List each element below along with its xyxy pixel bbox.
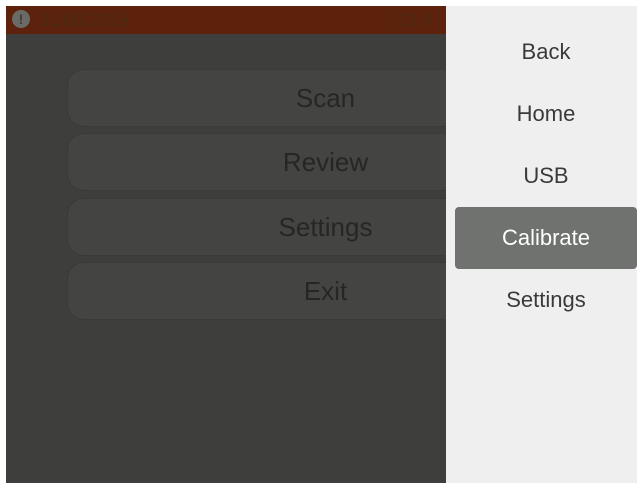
side-menu-calibrate[interactable]: Calibrate xyxy=(455,207,637,269)
scan-button[interactable]: Scan xyxy=(68,70,446,126)
side-menu-back[interactable]: Back xyxy=(455,21,637,83)
scan-button-label: Scan xyxy=(295,83,356,113)
device-frame: ! 11/06/2019 23:4 Scan Review Settings E… xyxy=(6,6,637,483)
alert-icon: ! xyxy=(12,10,30,28)
main-screen-dimmed: ! 11/06/2019 23:4 Scan Review Settings E… xyxy=(6,6,446,483)
side-menu-settings[interactable]: Settings xyxy=(455,269,637,331)
status-date: 11/06/2019 xyxy=(39,10,128,30)
side-menu-home[interactable]: Home xyxy=(455,83,637,145)
side-menu-panel: Back Home USB Calibrate Settings xyxy=(446,6,637,483)
review-button-label: Review xyxy=(282,147,369,177)
review-button[interactable]: Review xyxy=(68,134,446,190)
status-time: 23:4 xyxy=(397,10,433,30)
exit-button-label: Exit xyxy=(303,276,348,306)
side-menu-usb[interactable]: USB xyxy=(455,145,637,207)
settings-button-label: Settings xyxy=(278,212,373,242)
settings-button[interactable]: Settings xyxy=(68,199,446,255)
status-bar: ! 11/06/2019 23:4 xyxy=(6,6,446,34)
exit-button[interactable]: Exit xyxy=(68,263,446,319)
